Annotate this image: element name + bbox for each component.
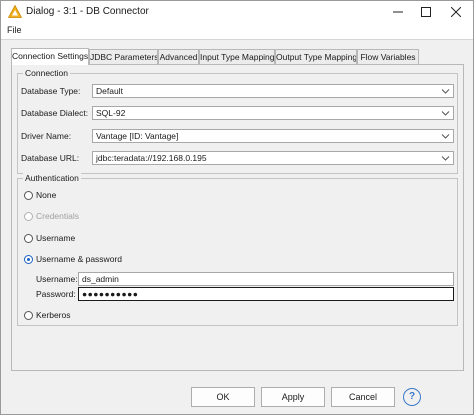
authentication-group-title: Authentication [23,173,81,183]
maximize-button[interactable] [411,1,441,23]
database-url-label: Database URL: [21,153,80,163]
connection-group: Connection Database Type: Default Databa… [17,68,458,174]
auth-credentials-option: Credentials [24,210,79,222]
close-button[interactable] [441,1,471,23]
cancel-button[interactable]: Cancel [331,387,395,407]
auth-none-option[interactable]: None [24,189,56,201]
driver-name-value: Vantage [ID: Vantage] [96,131,179,141]
tab-jdbc-parameters[interactable]: JDBC Parameters [89,49,158,64]
knime-app-icon [8,5,22,18]
auth-username-option[interactable]: Username [24,232,75,244]
auth-none-radio[interactable] [24,190,33,200]
tab-output-type-mapping[interactable]: Output Type Mapping [275,49,357,64]
database-url-select[interactable]: jdbc:teradata://192.168.0.195 [92,151,454,165]
tab-connection-settings[interactable]: Connection Settings [11,48,89,65]
driver-name-select[interactable]: Vantage [ID: Vantage] [92,129,454,143]
username-field[interactable]: ds_admin [78,272,454,286]
window-title: Dialog - 3:1 - DB Connector [26,6,149,17]
authentication-group: Authentication None Credentials Username… [17,173,458,326]
tab-flow-variables[interactable]: Flow Variables [357,49,419,64]
auth-kerberos-option[interactable]: Kerberos [24,309,71,321]
auth-none-label: None [36,190,57,200]
tab-advanced[interactable]: Advanced [158,49,199,64]
dialog-window: Dialog - 3:1 - DB Connector File Connect… [0,0,474,415]
help-icon: ? [408,391,416,402]
menu-file[interactable]: File [7,25,22,35]
password-label: Password: [36,289,76,299]
auth-username-password-option[interactable]: Username & password [24,253,122,265]
auth-username-radio[interactable] [24,233,33,243]
menu-bar: File [1,23,473,40]
chevron-down-icon [441,134,450,139]
auth-credentials-label: Credentials [36,211,79,221]
close-icon [451,7,461,17]
database-type-select[interactable]: Default [92,84,454,98]
database-dialect-label: Database Dialect: [21,108,89,118]
help-button[interactable]: ? [403,388,421,406]
password-field[interactable]: ●●●●●●●●●● [78,287,454,301]
auth-username-password-radio[interactable] [24,254,33,264]
password-value: ●●●●●●●●●● [82,289,139,299]
database-dialect-select[interactable]: SQL-92 [92,106,454,120]
title-bar[interactable]: Dialog - 3:1 - DB Connector [1,1,473,23]
database-type-label: Database Type: [21,86,81,96]
tab-input-type-mapping[interactable]: Input Type Mapping [199,49,275,64]
minimize-icon [393,11,403,13]
minimize-button[interactable] [383,1,413,23]
maximize-icon [421,7,431,17]
database-dialect-value: SQL-92 [96,108,126,118]
connection-settings-panel: Connection Database Type: Default Databa… [11,64,464,371]
chevron-down-icon [441,111,450,116]
auth-username-password-label: Username & password [36,254,122,264]
ok-button[interactable]: OK [191,387,255,407]
auth-kerberos-label: Kerberos [36,310,71,320]
chevron-down-icon [441,89,450,94]
connection-group-title: Connection [23,68,71,78]
auth-credentials-radio [24,211,33,221]
driver-name-label: Driver Name: [21,131,72,141]
auth-kerberos-radio[interactable] [24,310,33,320]
chevron-down-icon [441,156,450,161]
username-label: Username: [36,274,78,284]
database-type-value: Default [96,86,123,96]
apply-button[interactable]: Apply [261,387,325,407]
database-url-value: jdbc:teradata://192.168.0.195 [96,153,207,163]
username-value: ds_admin [82,274,119,284]
auth-username-label: Username [36,233,76,243]
